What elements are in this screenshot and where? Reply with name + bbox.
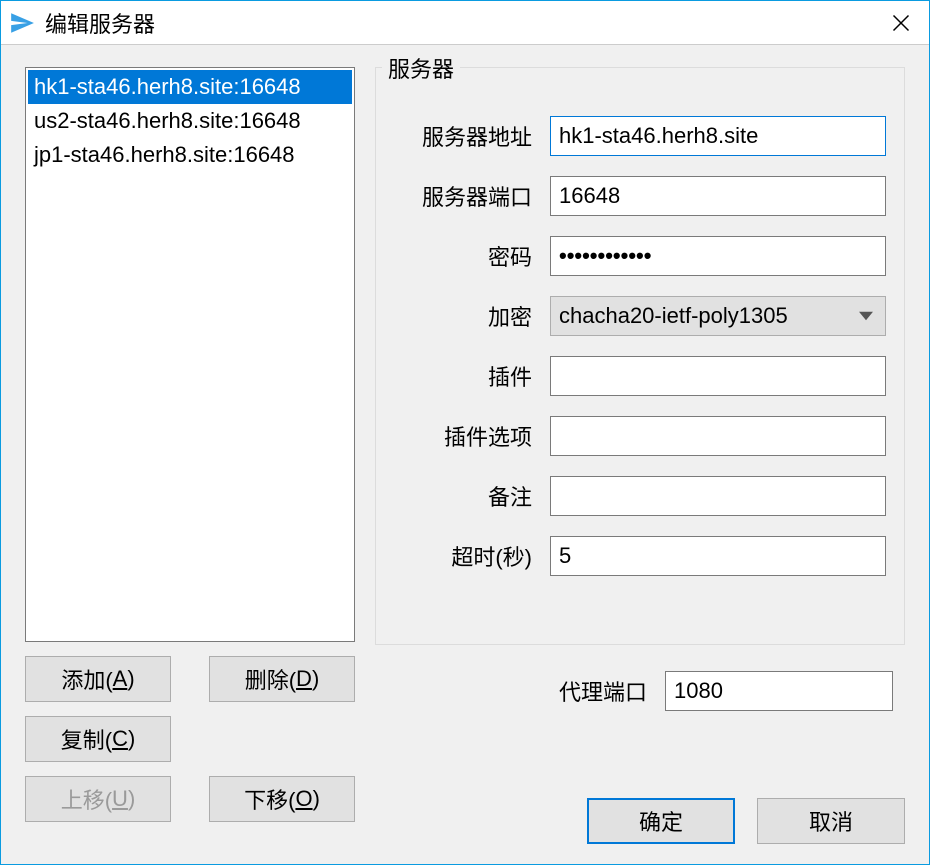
edit-servers-dialog: 编辑服务器 hk1-sta46.herh8.site:16648 us2-sta… [0, 0, 930, 865]
move-down-button[interactable]: 下移(O) [209, 776, 355, 822]
server-port-label: 服务器端口 [394, 180, 550, 212]
delete-button[interactable]: 删除(D) [209, 656, 355, 702]
fieldset-legend: 服务器 [382, 52, 460, 84]
paper-plane-icon [9, 10, 35, 36]
server-port-input[interactable] [550, 176, 886, 216]
chevron-down-icon [859, 308, 873, 324]
dialog-footer: 确定 取消 [587, 798, 905, 844]
proxy-port-label: 代理端口 [375, 675, 665, 707]
password-input[interactable] [550, 236, 886, 276]
proxy-port-input[interactable] [665, 671, 893, 711]
password-label: 密码 [394, 240, 550, 272]
server-list-item[interactable]: hk1-sta46.herh8.site:16648 [28, 70, 352, 104]
close-button[interactable] [873, 1, 929, 45]
server-address-label: 服务器地址 [394, 120, 550, 152]
plugin-options-label: 插件选项 [394, 420, 550, 452]
server-address-input[interactable] [550, 116, 886, 156]
window-title: 编辑服务器 [45, 7, 873, 39]
encryption-label: 加密 [394, 300, 550, 332]
cancel-button[interactable]: 取消 [757, 798, 905, 844]
add-button[interactable]: 添加(A) [25, 656, 171, 702]
plugin-label: 插件 [394, 360, 550, 392]
server-fieldset: 服务器 服务器地址 服务器端口 密码 加密 [375, 67, 905, 645]
titlebar: 编辑服务器 [1, 1, 929, 45]
server-listbox[interactable]: hk1-sta46.herh8.site:16648 us2-sta46.her… [25, 67, 355, 642]
remark-label: 备注 [394, 480, 550, 512]
timeout-input[interactable] [550, 536, 886, 576]
dialog-body: hk1-sta46.herh8.site:16648 us2-sta46.her… [1, 45, 929, 864]
encryption-select[interactable]: chacha20-ietf-poly1305 [550, 296, 886, 336]
move-up-button[interactable]: 上移(U) [25, 776, 171, 822]
ok-button[interactable]: 确定 [587, 798, 735, 844]
server-list-item[interactable]: us2-sta46.herh8.site:16648 [28, 104, 352, 138]
encryption-value: chacha20-ietf-poly1305 [559, 303, 788, 329]
timeout-label: 超时(秒) [394, 540, 550, 572]
plugin-input[interactable] [550, 356, 886, 396]
remark-input[interactable] [550, 476, 886, 516]
server-list-item[interactable]: jp1-sta46.herh8.site:16648 [28, 138, 352, 172]
copy-button[interactable]: 复制(C) [25, 716, 171, 762]
left-column: hk1-sta46.herh8.site:16648 us2-sta46.her… [25, 67, 355, 822]
plugin-options-input[interactable] [550, 416, 886, 456]
